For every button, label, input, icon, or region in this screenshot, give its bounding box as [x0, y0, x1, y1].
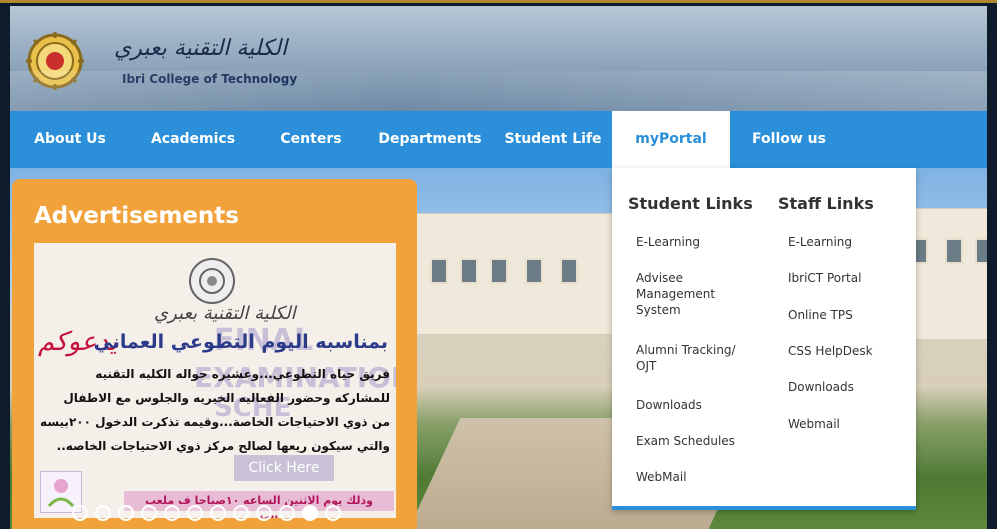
- ad-logo-arabic: الكلية التقنية بعبري: [154, 303, 296, 324]
- myportal-dropdown: Student Links Staff Links E-Learning Adv…: [612, 168, 916, 510]
- nav-item-follow-us[interactable]: Follow us: [734, 111, 844, 168]
- window: [460, 258, 478, 284]
- staff-links-heading: Staff Links: [778, 194, 874, 213]
- slide-dot[interactable]: [95, 504, 111, 521]
- staff-link-e-learning[interactable]: E-Learning: [788, 234, 898, 250]
- slide-dot[interactable]: [279, 504, 295, 521]
- staff-link-ibrict-portal[interactable]: IbriCT Portal: [788, 270, 898, 286]
- slide-dot[interactable]: [325, 504, 341, 521]
- nav-item-about-us[interactable]: About Us: [10, 111, 130, 168]
- student-link-exam-schedules[interactable]: Exam Schedules: [636, 433, 746, 449]
- slide-dot[interactable]: [141, 504, 157, 521]
- college-name-arabic[interactable]: الكلية التقنية بعبري: [114, 36, 287, 61]
- window: [525, 258, 543, 284]
- slide-dot[interactable]: [118, 504, 134, 521]
- slide-dot[interactable]: [302, 504, 318, 521]
- student-link-downloads[interactable]: Downloads: [636, 397, 746, 413]
- nav-item-academics[interactable]: Academics: [134, 111, 252, 168]
- slide-dot[interactable]: [210, 504, 226, 521]
- nav-item-myportal[interactable]: myPortal: [612, 111, 730, 168]
- college-emblem-icon[interactable]: [24, 30, 86, 92]
- window: [490, 258, 508, 284]
- window: [560, 258, 578, 284]
- window: [945, 238, 963, 264]
- student-link-advisee-management-system[interactable]: Advisee Management System: [636, 270, 746, 318]
- slide-dot[interactable]: [72, 504, 88, 521]
- slide-indicators: [72, 502, 348, 521]
- nav-item-departments[interactable]: Departments: [370, 111, 490, 168]
- page-frame: الكلية التقنية بعبري Ibri College of Tec…: [0, 0, 997, 529]
- ad-text-line: فريق حياه التطوعي...وعشيره جواله الكليه …: [95, 367, 390, 381]
- advertisements-title: Advertisements: [34, 203, 239, 229]
- ad-text-line: من ذوي الاحتياجات الخاصة...وقيمه تذكرت ا…: [40, 415, 390, 429]
- ad-headline: بمناسبه اليوم التطوعي العماني: [93, 331, 388, 353]
- slide-dot[interactable]: [164, 504, 180, 521]
- advertisements-panel: Advertisements FINAL EXAMINATION SCHE Cl…: [12, 179, 417, 529]
- staff-link-webmail[interactable]: Webmail: [788, 416, 898, 432]
- site-header: الكلية التقنية بعبري Ibri College of Tec…: [10, 6, 987, 111]
- ad-emblem-icon: [189, 258, 235, 304]
- student-link-alumni-tracking[interactable]: Alumni Tracking/ OJT: [636, 342, 746, 374]
- background-click-here: Click Here: [234, 455, 334, 481]
- slide-dot[interactable]: [256, 504, 272, 521]
- staff-link-css-helpdesk[interactable]: CSS HelpDesk: [788, 343, 898, 359]
- student-link-webmail[interactable]: WebMail: [636, 469, 746, 485]
- nav-item-centers[interactable]: Centers: [256, 111, 366, 168]
- college-name-english[interactable]: Ibri College of Technology: [122, 72, 297, 86]
- ad-text-line: والتي سيكون ريعها لصالح مركز ذوي الاحتيا…: [56, 439, 390, 453]
- student-links-heading: Student Links: [628, 194, 753, 213]
- staff-link-downloads[interactable]: Downloads: [788, 379, 898, 395]
- window: [430, 258, 448, 284]
- window: [975, 238, 987, 264]
- student-link-e-learning[interactable]: E-Learning: [636, 234, 746, 250]
- nav-item-student-life[interactable]: Student Life: [494, 111, 612, 168]
- slide-dot[interactable]: [233, 504, 249, 521]
- main-nav: About Us Academics Centers Departments S…: [10, 111, 987, 168]
- ad-text-line: للمشاركه وحضور الفعاليه الخيريه والجلوس …: [63, 391, 390, 405]
- slide-dot[interactable]: [187, 504, 203, 521]
- staff-link-online-tps[interactable]: Online TPS: [788, 307, 898, 323]
- advertisement-slide[interactable]: FINAL EXAMINATION SCHE Click Here الكلية…: [34, 243, 396, 518]
